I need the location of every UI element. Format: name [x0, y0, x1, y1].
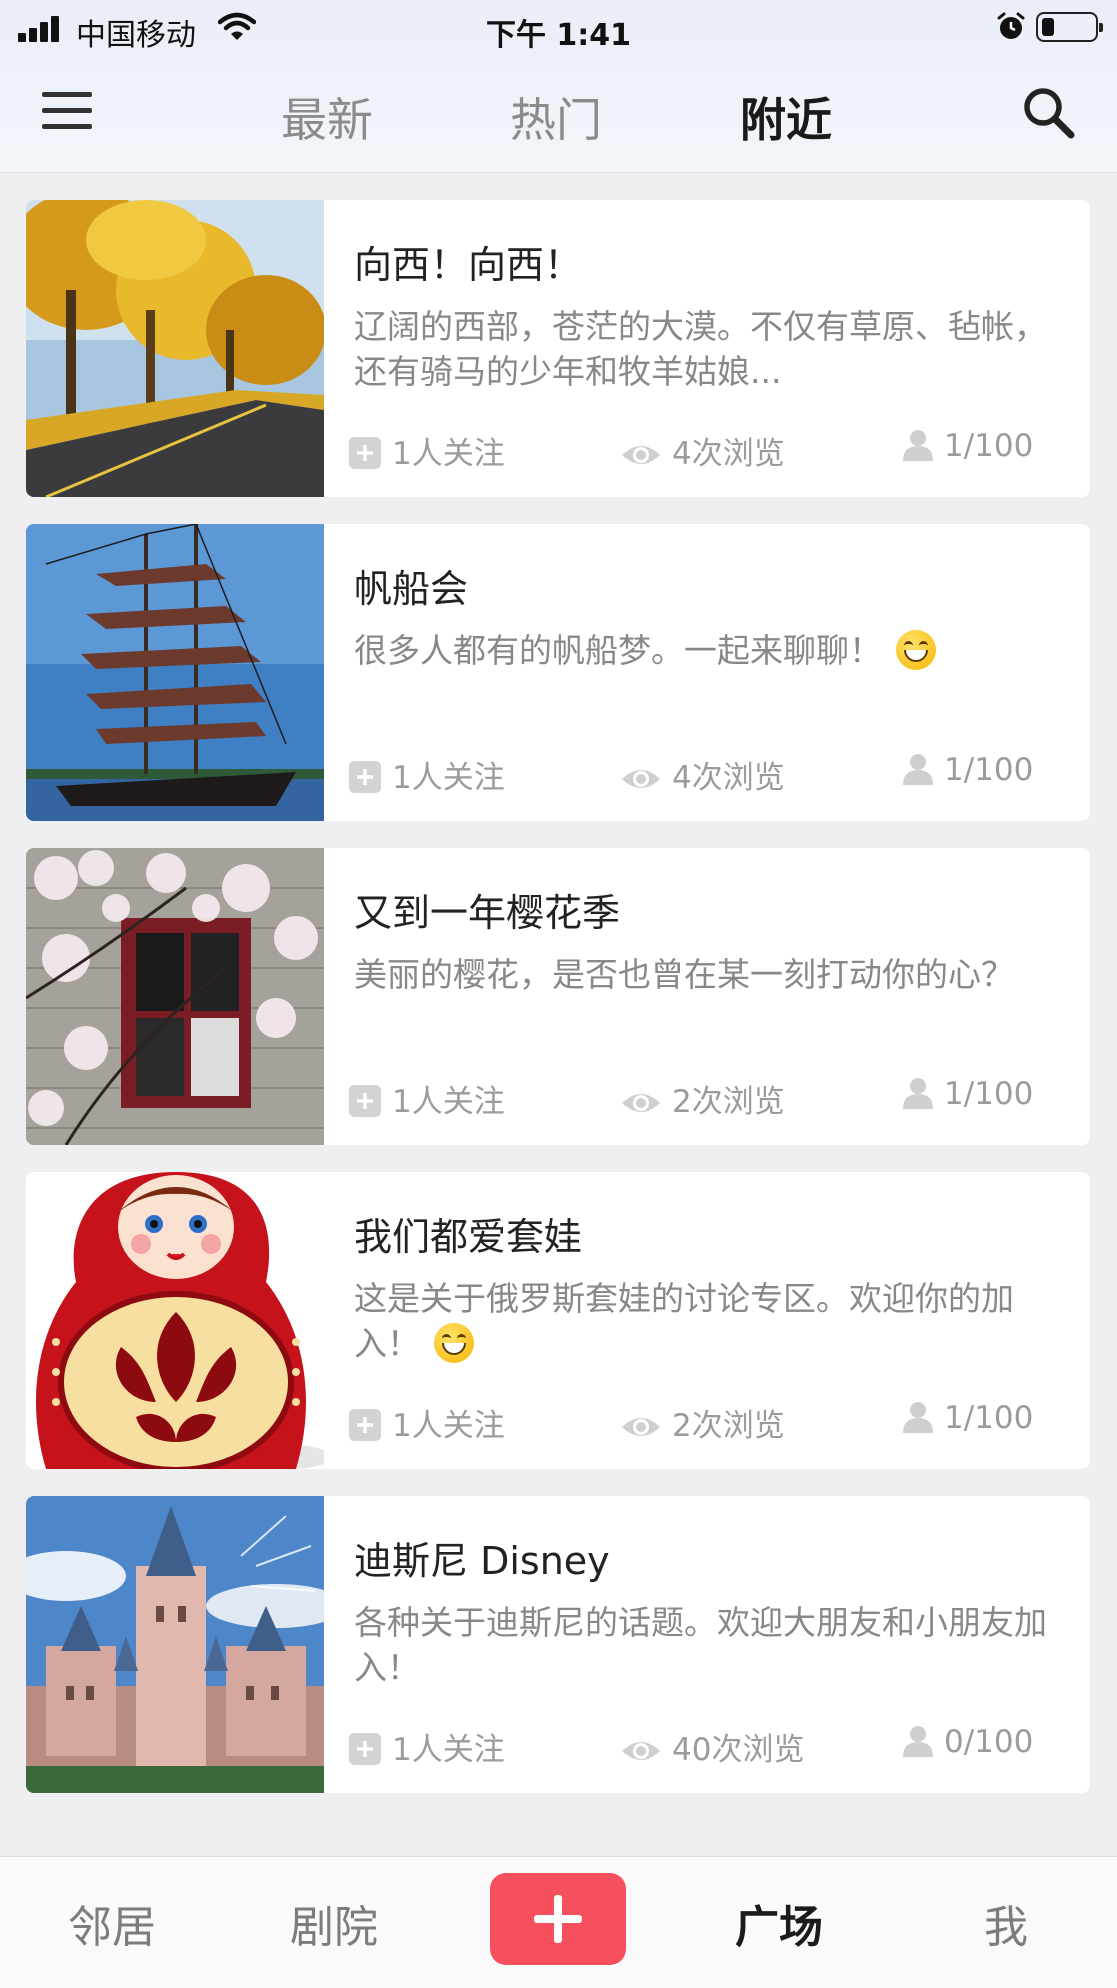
cherry-blossom-window-image: [26, 848, 324, 1145]
group-title: 帆船会: [354, 567, 469, 611]
person-icon: [903, 1402, 933, 1433]
follow-count[interactable]: 1人关注: [348, 1076, 505, 1121]
group-card[interactable]: 我们都爱套娃 这是关于俄罗斯套娃的讨论专区。欢迎你的加入！ 1人关注 2次浏览 …: [26, 1172, 1090, 1469]
group-title: 我们都爱套娃: [354, 1215, 583, 1259]
follow-count-label: 1人关注: [392, 436, 505, 472]
follow-count-label: 1人关注: [392, 1408, 505, 1444]
person-icon: [903, 430, 933, 461]
group-description: 美丽的樱花，是否也曾在某一刻打动你的心？: [354, 955, 1014, 994]
member-capacity: 1/100: [902, 752, 1033, 788]
eye-icon: [622, 1418, 660, 1436]
follow-count[interactable]: 1人关注: [348, 1400, 505, 1445]
golden-trees-road-image: [26, 200, 324, 497]
nav-me[interactable]: 我: [984, 1891, 1028, 1955]
tab-hot[interactable]: 热门: [510, 84, 602, 150]
member-capacity-label: 1/100: [944, 1400, 1034, 1436]
group-title: 迪斯尼 Disney: [354, 1539, 610, 1583]
follow-count-label: 1人关注: [392, 760, 505, 796]
alarm-icon: [997, 12, 1025, 39]
disney-castle-image: [26, 1496, 324, 1793]
tab-latest[interactable]: 最新: [281, 84, 373, 150]
view-count-label: 4次浏览: [672, 436, 785, 472]
person-icon: [903, 1726, 933, 1757]
member-capacity-label: 1/100: [944, 752, 1034, 788]
search-icon[interactable]: [1020, 84, 1076, 140]
member-capacity: 0/100: [902, 1724, 1033, 1760]
view-count: 40次浏览: [620, 1724, 804, 1769]
eye-icon: [622, 770, 660, 788]
view-count-label: 2次浏览: [672, 1084, 785, 1120]
group-card[interactable]: 向西！向西！ 辽阔的西部，苍茫的大漠。不仅有草原、毡帐，还有骑马的少年和牧羊姑娘…: [26, 200, 1090, 497]
group-description: 这是关于俄罗斯套娃的讨论专区。欢迎你的加入！: [354, 1276, 1054, 1366]
eye-icon: [622, 1742, 660, 1760]
group-description: 辽阔的西部，苍茫的大漠。不仅有草原、毡帐，还有骑马的少年和牧羊姑娘...: [354, 307, 1047, 391]
nav-theater[interactable]: 剧院: [290, 1891, 378, 1955]
follow-count-label: 1人关注: [392, 1732, 505, 1768]
follow-count[interactable]: 1人关注: [348, 1724, 505, 1769]
plus-square-icon: [349, 1085, 381, 1117]
view-count: 4次浏览: [620, 752, 785, 797]
add-button[interactable]: [490, 1873, 626, 1965]
view-count: 4次浏览: [620, 428, 785, 473]
person-icon: [903, 754, 933, 785]
plus-square-icon: [349, 1409, 381, 1441]
status-time: 下午 1:41: [485, 18, 632, 53]
view-count-label: 2次浏览: [672, 1408, 785, 1444]
view-count: 2次浏览: [620, 1076, 785, 1121]
grinning-emoji-icon: [434, 1323, 474, 1363]
member-capacity-label: 1/100: [944, 428, 1034, 464]
eye-icon: [622, 1094, 660, 1112]
tab-nearby[interactable]: 附近: [740, 84, 832, 150]
view-count: 2次浏览: [620, 1400, 785, 1445]
member-capacity-label: 1/100: [944, 1076, 1034, 1112]
top-bar: 中国移动 下午 1:41 最新 热门 附近: [0, 0, 1117, 173]
group-description-text: 很多人都有的帆船梦。一起来聊聊！: [354, 631, 882, 670]
follow-count[interactable]: 1人关注: [348, 752, 505, 797]
view-count-label: 40次浏览: [672, 1732, 805, 1768]
group-description: 各种关于迪斯尼的话题。欢迎大朋友和小朋友加入！: [354, 1603, 1047, 1687]
member-capacity: 1/100: [902, 428, 1033, 464]
view-count-label: 4次浏览: [672, 760, 785, 796]
group-card[interactable]: 迪斯尼 Disney 各种关于迪斯尼的话题。欢迎大朋友和小朋友加入！ 1人关注 …: [26, 1496, 1090, 1793]
group-card[interactable]: 又到一年樱花季 美丽的樱花，是否也曾在某一刻打动你的心？ 1人关注 2次浏览 1…: [26, 848, 1090, 1145]
eye-icon: [622, 446, 660, 464]
matryoshka-doll-image: [26, 1172, 324, 1469]
tall-ship-image: [26, 524, 324, 821]
battery-icon: [1036, 12, 1103, 42]
group-title: 向西！向西！: [354, 243, 583, 287]
person-icon: [903, 1078, 933, 1109]
member-capacity-label: 0/100: [944, 1724, 1034, 1760]
plus-square-icon: [349, 437, 381, 469]
follow-count-label: 1人关注: [392, 1084, 505, 1120]
group-title: 又到一年樱花季: [354, 891, 621, 935]
nav-square[interactable]: 广场: [735, 1891, 823, 1955]
status-bar: 中国移动 下午 1:41: [0, 0, 1117, 56]
menu-button[interactable]: [40, 88, 94, 134]
member-capacity: 1/100: [902, 1076, 1033, 1112]
bottom-nav: 邻居 剧院 广场 我: [0, 1856, 1117, 1988]
plus-square-icon: [349, 761, 381, 793]
group-description: 很多人都有的帆船梦。一起来聊聊！: [354, 628, 1054, 673]
group-card[interactable]: 帆船会 很多人都有的帆船梦。一起来聊聊！ 1人关注 4次浏览 1/100: [26, 524, 1090, 821]
nav-neighbors[interactable]: 邻居: [68, 1891, 156, 1955]
follow-count[interactable]: 1人关注: [348, 428, 505, 473]
grinning-emoji-icon: [896, 630, 936, 670]
member-capacity: 1/100: [902, 1400, 1033, 1436]
plus-square-icon: [349, 1733, 381, 1765]
